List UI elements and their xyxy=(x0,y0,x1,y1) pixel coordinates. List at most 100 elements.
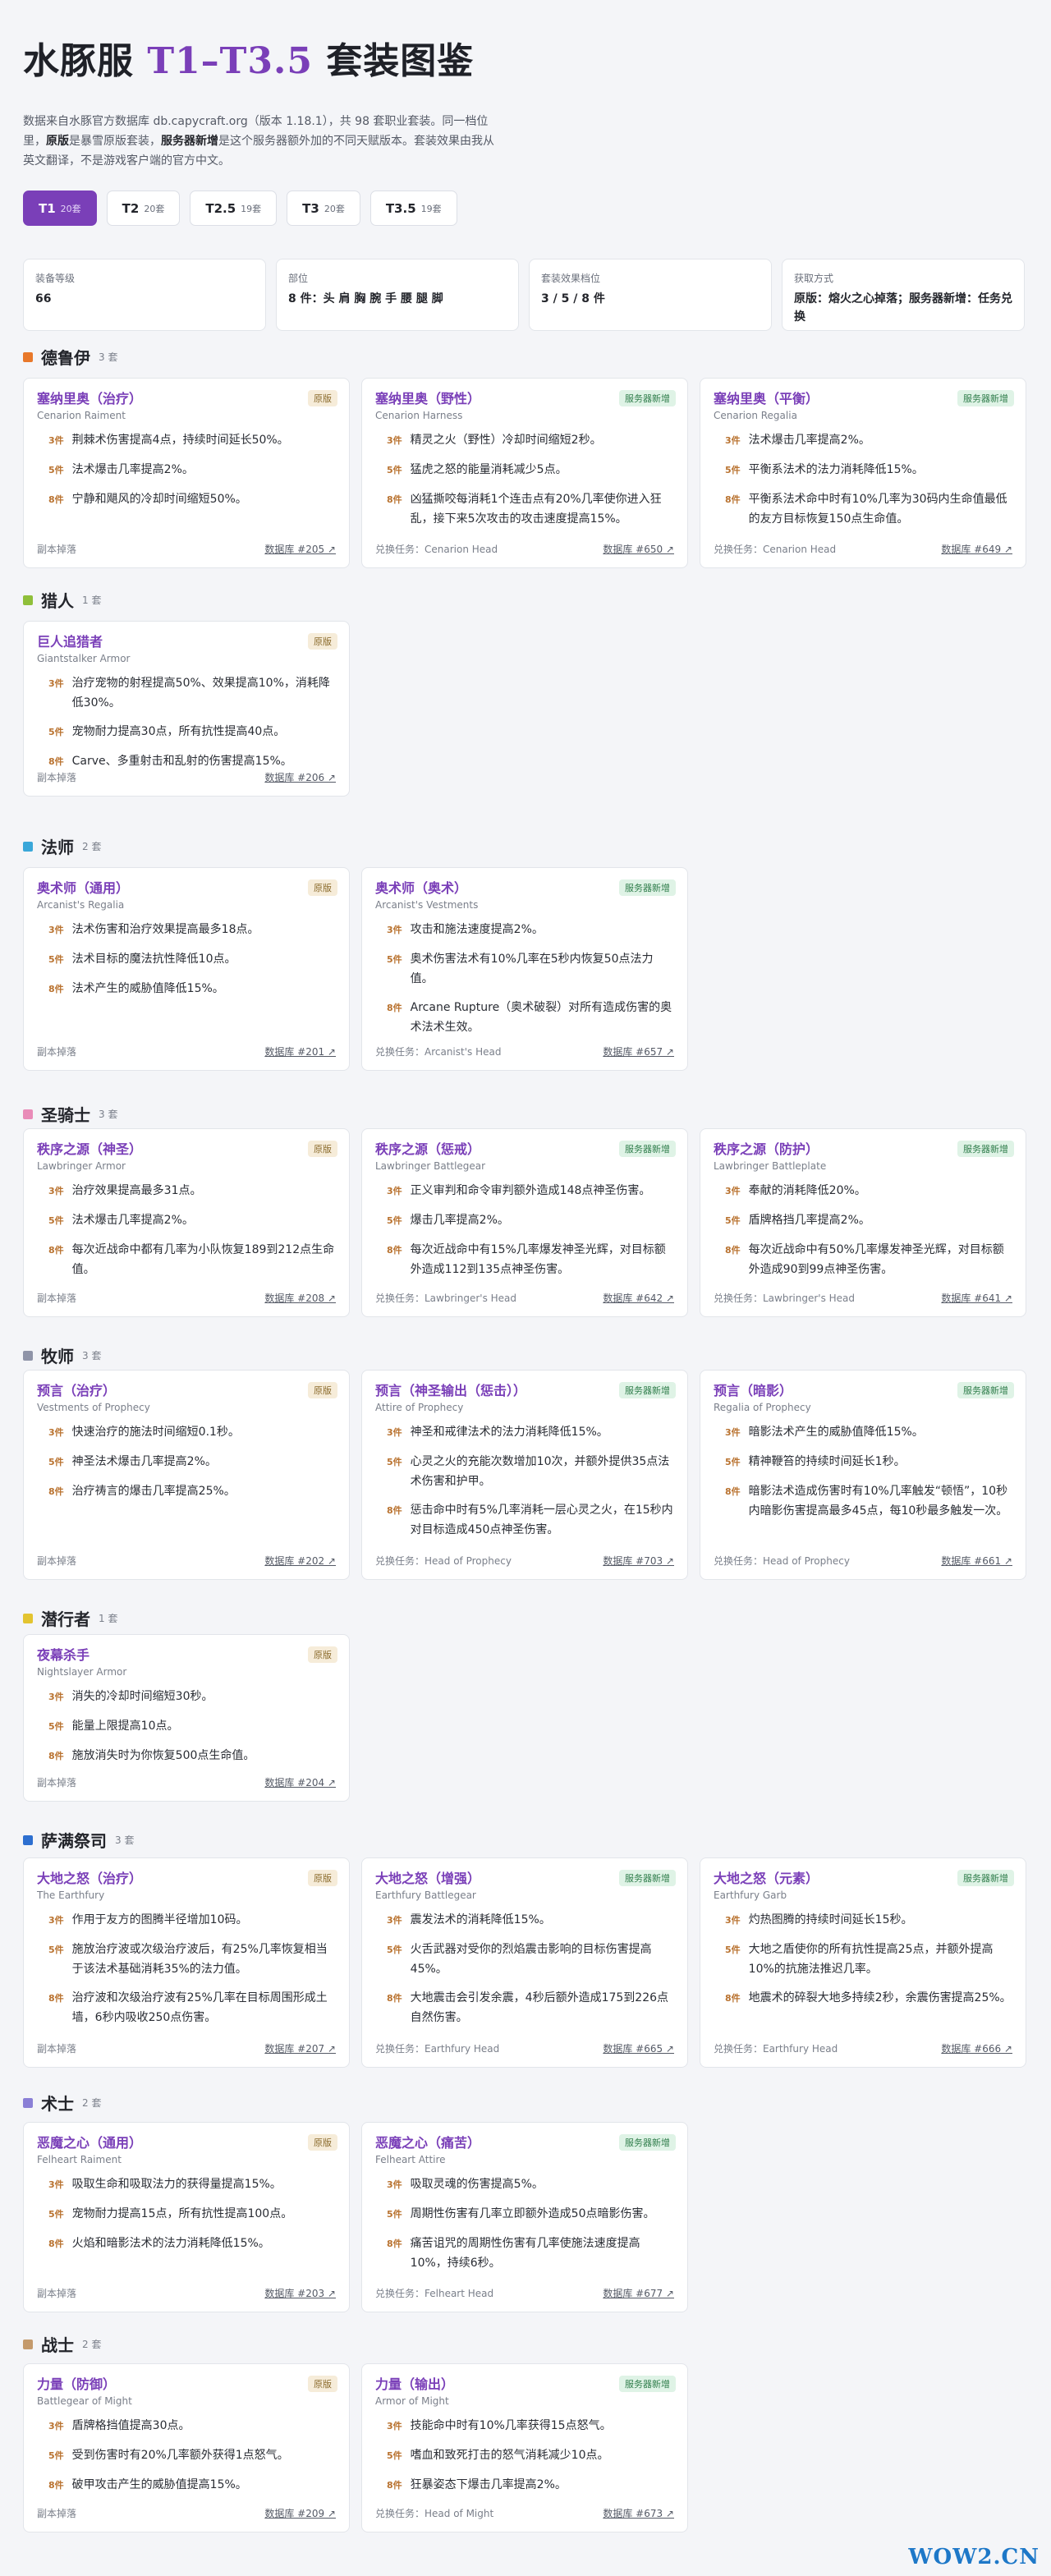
database-link[interactable]: 数据库 #202 ↗ xyxy=(264,1554,336,1568)
set-title[interactable]: 力量（防御） xyxy=(37,2376,336,2394)
tab-t3-5[interactable]: T3.5 19套 xyxy=(369,191,457,226)
piece-count: 5件 xyxy=(387,2450,402,2461)
set-card[interactable]: 奥术师（通用） Arcanist's Regalia 原版 3件 法术伤害和治疗效果提高… xyxy=(23,867,350,1071)
set-card[interactable]: 奥术师（奥术） Arcanist's Vestments 服务器新增 3件 攻击和施法速… xyxy=(361,867,688,1071)
page-title: 水豚服 T1–T3.5 套装图鉴 xyxy=(23,40,475,82)
piece-count: 3件 xyxy=(387,1427,402,1438)
database-link[interactable]: 数据库 #203 ↗ xyxy=(264,2286,336,2300)
set-title[interactable]: 奥术师（通用） xyxy=(37,879,336,898)
tab-t2[interactable]: T2 20套 xyxy=(106,191,181,226)
database-link[interactable]: 数据库 #677 ↗ xyxy=(603,2286,674,2300)
section-title: 潜行者 xyxy=(41,1609,90,1629)
source-text: 副本掉落 xyxy=(37,2288,77,2299)
server-new-badge: 服务器新增 xyxy=(957,1870,1014,1886)
source-text: 副本掉落 xyxy=(37,544,77,555)
tab-t1[interactable]: T1 20套 xyxy=(23,191,97,226)
server-new-badge: 服务器新增 xyxy=(957,1382,1014,1398)
server-new-badge: 服务器新增 xyxy=(619,1870,676,1886)
bonus-text: 凶猛撕咬每消耗1个连击点有20%几率使你进入狂乱，接下来5次攻击的攻击速度提高1… xyxy=(410,493,662,526)
database-link[interactable]: 数据库 #666 ↗ xyxy=(941,2041,1012,2055)
set-card[interactable]: 塞纳里奥（平衡） Cenarion Regalia 服务器新增 3件 法术爆击几率提高2… xyxy=(700,378,1026,568)
piece-count: 3件 xyxy=(48,1915,64,1926)
set-title[interactable]: 塞纳里奥（治疗） xyxy=(37,390,336,408)
bonus-8-piece: 8件 Arcane Rupture（奥术破裂）对所有造成伤害的奥术法术生效。 xyxy=(375,998,674,1037)
set-card[interactable]: 秩序之源（防护） Lawbringer Battleplate 服务器新增 3件 奉献的… xyxy=(700,1128,1026,1317)
class-color-dot xyxy=(23,595,33,605)
bonus-text: 震发法术的消耗降低15%。 xyxy=(410,1913,551,1926)
bonus-3-piece: 3件 正义审判和命令审判额外造成148点神圣伤害。 xyxy=(375,1181,674,1201)
section-count: 2 套 xyxy=(82,2097,102,2109)
source-text: 兑换任务：Felheart Head xyxy=(375,2288,494,2299)
set-card[interactable]: 大地之怒（增强） Earthfury Battlegear 服务器新增 3件 震发法术的… xyxy=(361,1857,688,2068)
database-link[interactable]: 数据库 #650 ↗ xyxy=(603,542,674,556)
set-title[interactable]: 巨人追猎者 xyxy=(37,633,336,651)
section-title: 德鲁伊 xyxy=(41,348,90,368)
set-card[interactable]: 秩序之源（惩戒） Lawbringer Battlegear 服务器新增 3件 正义审判… xyxy=(361,1128,688,1317)
set-card[interactable]: 力量（输出） Armor of Might 服务器新增 3件 技能命中时有10%几率获得… xyxy=(361,2363,688,2532)
database-link[interactable]: 数据库 #661 ↗ xyxy=(941,1554,1012,1568)
bonus-text: 施放治疗波或次级治疗波后，有25%几率恢复相当于该法术基础消耗35%的法力值。 xyxy=(71,1943,328,1976)
set-card[interactable]: 恶魔之心（痛苦） Felheart Attire 服务器新增 3件 吸取灵魂的伤害提高5… xyxy=(361,2122,688,2312)
piece-count: 5件 xyxy=(48,1457,64,1467)
set-card[interactable]: 塞纳里奥（治疗） Cenarion Raiment 原版 3件 荆棘术伤害提高4点，持续… xyxy=(23,378,350,568)
set-card[interactable]: 力量（防御） Battlegear of Might 原版 3件 盾牌格挡值提高30点。… xyxy=(23,2363,350,2532)
bonus-3-piece: 3件 技能命中时有10%几率获得15点怒气。 xyxy=(375,2416,674,2436)
set-card[interactable]: 秩序之源（神圣） Lawbringer Armor 原版 3件 治疗效果提高最多31点。… xyxy=(23,1128,350,1317)
set-card[interactable]: 巨人追猎者 Giantstalker Armor 原版 3件 治疗宠物的射程提高50%、… xyxy=(23,621,350,797)
tab-t2-5[interactable]: T2.5 19套 xyxy=(190,191,278,226)
bonus-5-piece: 5件 大地之盾使你的所有抗性提高25点，并额外提高10%的抗施法推迟几率。 xyxy=(714,1940,1012,1979)
database-link[interactable]: 数据库 #703 ↗ xyxy=(603,1554,674,1568)
set-card[interactable]: 大地之怒（元素） Earthfury Garb 服务器新增 3件 灼热图腾的持续时间延长… xyxy=(700,1857,1026,2068)
database-link[interactable]: 数据库 #201 ↗ xyxy=(264,1045,336,1058)
database-link[interactable]: 数据库 #649 ↗ xyxy=(941,542,1012,556)
source-text: 副本掉落 xyxy=(37,2508,77,2519)
set-card[interactable]: 恶魔之心（通用） Felheart Raiment 原版 3件 吸取生命和吸取法力的获得… xyxy=(23,2122,350,2312)
tier-info: 装备等级 66 部位 8 件：头 肩 胸 腕 手 腰 腿 脚 套装效果档位 3 / 5… xyxy=(23,259,1028,331)
piece-count: 5件 xyxy=(48,1945,64,1955)
bonus-8-piece: 8件 每次近战命中有50%几率爆发神圣光辉，对目标额外造成90到99点神圣伤害。 xyxy=(714,1240,1012,1279)
database-link[interactable]: 数据库 #641 ↗ xyxy=(941,1291,1012,1305)
tab-t3[interactable]: T3 20套 xyxy=(287,191,360,226)
bonus-text: 爆击几率提高2%。 xyxy=(410,1214,509,1227)
page: 水豚服 T1–T3.5 套装图鉴 数据来自水豚官方数据库 db.capycraf… xyxy=(0,0,1051,331)
piece-count: 8件 xyxy=(387,2239,402,2249)
set-card[interactable]: 夜幕杀手 Nightslayer Armor 原版 3件 消失的冷却时间缩短30秒。 5件… xyxy=(23,1634,350,1802)
set-card[interactable]: 大地之怒（治疗） The Earthfury 原版 3件 作用于友方的图腾半径增加10码… xyxy=(23,1857,350,2068)
bonus-8-piece: 8件 每次近战命中都有几率为小队恢复189到212点生命值。 xyxy=(37,1240,336,1279)
database-link[interactable]: 数据库 #208 ↗ xyxy=(264,1291,336,1305)
piece-count: 5件 xyxy=(387,1457,402,1467)
source-text: 副本掉落 xyxy=(37,1046,77,1058)
set-card[interactable]: 预言（治疗） Vestments of Prophecy 原版 3件 快速治疗的施法时间… xyxy=(23,1370,350,1580)
bonus-text: 受到伤害时有20%几率额外获得1点怒气。 xyxy=(71,2449,289,2462)
set-english-name: Lawbringer Battleplate xyxy=(714,1160,827,1172)
set-title[interactable]: 秩序之源（神圣） xyxy=(37,1141,336,1159)
set-title[interactable]: 预言（治疗） xyxy=(37,1382,336,1400)
info-slots: 部位 8 件：头 肩 胸 腕 手 腰 腿 脚 xyxy=(276,259,519,331)
piece-count: 3件 xyxy=(48,1186,64,1196)
database-link[interactable]: 数据库 #673 ↗ xyxy=(603,2506,674,2520)
bonus-8-piece: 8件 凶猛撕咬每消耗1个连击点有20%几率使你进入狂乱，接下来5次攻击的攻击速度提… xyxy=(375,489,674,529)
bonus-text: Carve、多重射击和乱射的伤害提高15%。 xyxy=(71,755,292,768)
database-link[interactable]: 数据库 #665 ↗ xyxy=(603,2041,674,2055)
database-link[interactable]: 数据库 #642 ↗ xyxy=(603,1291,674,1305)
bonus-8-piece: 8件 惩击命中时有5%几率消耗一层心灵之火，在15秒内对目标造成450点神圣伤害。 xyxy=(375,1500,674,1540)
set-card[interactable]: 预言（暗影） Regalia of Prophecy 服务器新增 3件 暗影法术产生的威… xyxy=(700,1370,1026,1580)
set-title[interactable]: 恶魔之心（通用） xyxy=(37,2134,336,2152)
database-link[interactable]: 数据库 #205 ↗ xyxy=(264,542,336,556)
set-card[interactable]: 塞纳里奥（野性） Cenarion Harness 服务器新增 3件 精灵之火（野性）冷… xyxy=(361,378,688,568)
database-link[interactable]: 数据库 #209 ↗ xyxy=(264,2506,336,2520)
piece-count: 8件 xyxy=(725,1486,741,1497)
set-title[interactable]: 夜幕杀手 xyxy=(37,1646,336,1665)
section-count: 3 套 xyxy=(99,351,118,363)
set-english-name: Cenarion Raiment xyxy=(37,410,126,421)
set-english-name: Felheart Raiment xyxy=(37,2154,122,2165)
card-footer: 兑换任务：Head of Might 数据库 #673 ↗ xyxy=(375,2506,674,2520)
set-title[interactable]: 大地之怒（治疗） xyxy=(37,1870,336,1888)
section-header: 战士 2 套 xyxy=(23,2332,101,2356)
piece-count: 5件 xyxy=(48,954,64,965)
database-link[interactable]: 数据库 #207 ↗ xyxy=(264,2041,336,2055)
database-link[interactable]: 数据库 #204 ↗ xyxy=(264,1775,336,1789)
database-link[interactable]: 数据库 #206 ↗ xyxy=(264,770,336,784)
set-card[interactable]: 预言（神圣输出（惩击）） Attire of Prophecy 服务器新增 3件 神圣和… xyxy=(361,1370,688,1580)
database-link[interactable]: 数据库 #657 ↗ xyxy=(603,1045,674,1058)
